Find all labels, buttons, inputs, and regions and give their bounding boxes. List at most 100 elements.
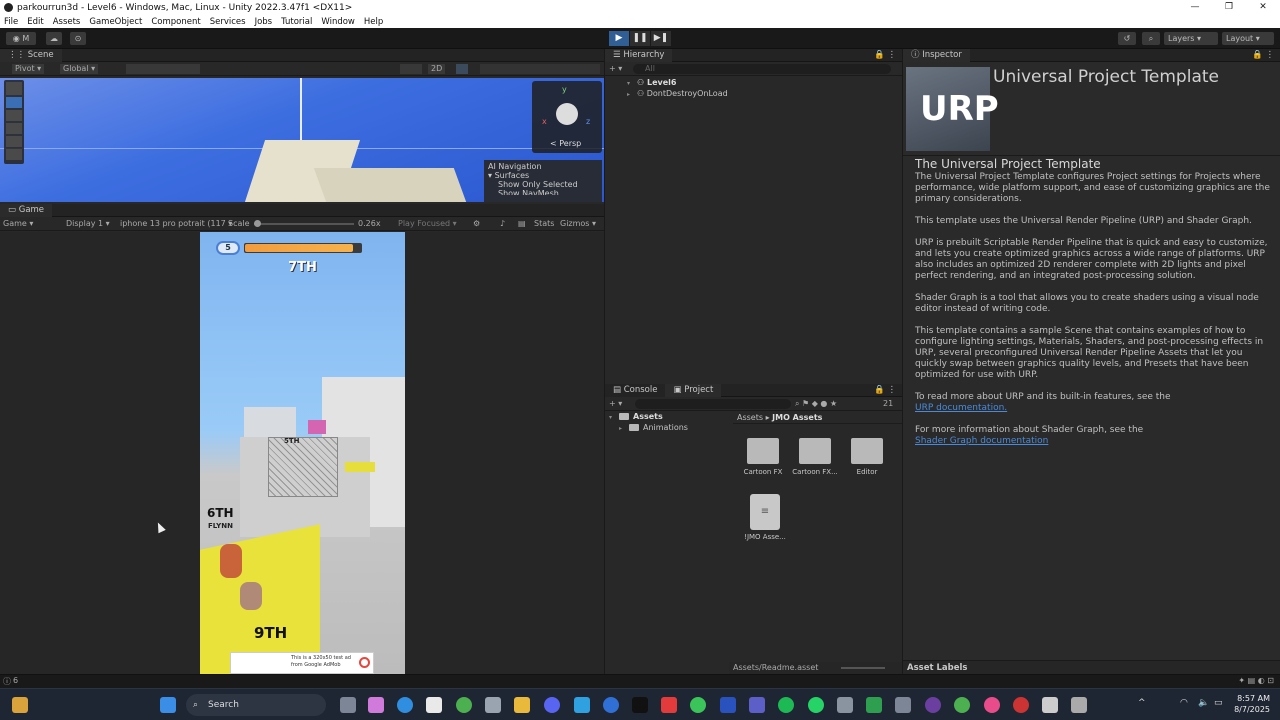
expand-arrow-icon[interactable]: ▸ [619,424,629,434]
maps-icon[interactable] [603,697,619,713]
chrome-icon[interactable] [954,697,970,713]
banner-ad[interactable]: This is a 320x50 test ad from Google AdM… [230,652,374,674]
project-search-input[interactable] [635,399,791,409]
asset-file-jmo[interactable]: ≡ !JMO Asse... [743,494,787,544]
settings-icon[interactable] [837,697,853,713]
upwork-icon[interactable] [632,697,648,713]
maximize-button[interactable]: ❐ [1212,0,1246,15]
gizmos-dropdown[interactable]: Gizmos ▾ [560,217,596,231]
show-navmesh-toggle[interactable]: Show NavMesh [488,189,598,195]
pivot-dropdown[interactable]: Pivot ▾ [12,64,45,74]
persp-label[interactable]: < Persp [550,139,581,148]
panel-menu-icon[interactable]: 🔒 ⋮ [874,49,896,62]
lighting-toggle-icon[interactable] [456,64,468,74]
tab-hierarchy[interactable]: ☰ Hierarchy [605,49,673,62]
layers-dropdown[interactable]: Layers ▾ [1164,32,1218,45]
add-object-button[interactable]: + ▾ [609,62,622,76]
asset-folder-cartoonfx2[interactable]: Cartoon FX... [792,438,838,484]
tab-inspector[interactable]: ⓘ Inspector [903,49,970,62]
unity-hub-icon[interactable] [485,697,501,713]
panel-menu-icon[interactable]: 🔒 ⋮ [874,384,896,397]
game-mode-dropdown[interactable]: Game ▾ [3,217,33,231]
app-icon[interactable] [1013,697,1029,713]
icon-size-slider[interactable] [841,667,885,669]
unity-icon[interactable] [1042,697,1058,713]
windows-start-icon[interactable] [160,697,176,713]
ai-nav-surfaces[interactable]: ▾ Surfaces [488,171,598,180]
stats-button[interactable]: Stats [534,217,554,231]
game-screen[interactable]: 5 7TH 5TH 6TH FLYNN 9TH This is a 320x50… [200,232,405,674]
tab-game[interactable]: ▭ Game [0,204,53,217]
global-dropdown[interactable]: Global ▾ [60,64,99,74]
scene-item-level6[interactable]: ▾ ⚇ Level6 [627,77,902,88]
menu-tutorial[interactable]: Tutorial [281,17,312,27]
search-icon[interactable]: ⌕ [1142,32,1160,45]
menu-file[interactable]: File [4,17,18,27]
show-only-selected-toggle[interactable]: Show Only Selected [488,180,598,189]
hand-tool-icon[interactable] [6,82,22,95]
game-viewport[interactable]: 5 7TH 5TH 6TH FLYNN 9TH This is a 320x50… [0,232,604,674]
clock[interactable]: 8:57 AM 8/7/2025 [1230,693,1270,715]
calculator-icon[interactable] [895,697,911,713]
move-tool-icon[interactable] [6,97,22,108]
tray-chevron-icon[interactable]: ^ [1138,698,1146,708]
unity-icon[interactable] [1071,697,1087,713]
create-asset-button[interactable]: + ▾ [609,397,622,411]
settings-gear-icon[interactable]: ⚙ [473,217,480,231]
menu-help[interactable]: Help [364,17,383,27]
folder-item[interactable]: ▸ Animations [609,423,727,434]
mute-audio-icon[interactable]: ♪ [500,217,505,231]
tab-scene[interactable]: ⋮⋮ Scene [0,49,62,62]
scale-slider[interactable] [254,220,354,227]
taskbar-search-box[interactable]: ⌕ Search [186,694,326,716]
volume-icon[interactable]: 🔈 [1198,698,1209,708]
resolution-dropdown[interactable]: iphone 13 pro potrait (117 ▾ [120,217,232,231]
notepad-icon[interactable] [866,697,882,713]
orientation-gizmo[interactable]: y x z < Persp [532,81,602,153]
scene-viewport[interactable]: y x z < Persp AI Navigation ▾ Surfaces S… [0,78,604,202]
edge-icon[interactable] [397,697,413,713]
urp-docs-link[interactable]: URP documentation. [915,403,1007,413]
layout-dropdown[interactable]: Layout ▾ [1222,32,1274,45]
app-icon[interactable] [984,697,1000,713]
scale-tool-icon[interactable] [6,123,22,134]
teams-icon[interactable] [749,697,765,713]
close-button[interactable]: ✕ [1246,0,1280,15]
menu-component[interactable]: Component [151,17,200,27]
task-view-icon[interactable] [340,697,356,713]
copilot-icon[interactable] [368,697,384,713]
play-focused-dropdown[interactable]: Play Focused ▾ [398,217,457,231]
shader-graph-docs-link[interactable]: Shader Graph documentation [915,436,1048,446]
chrome-icon[interactable] [456,697,472,713]
file-explorer-icon[interactable] [514,697,530,713]
tab-console[interactable]: ▤ Console [605,384,666,397]
hierarchy-search-input[interactable]: All [633,64,891,74]
menu-jobs[interactable]: Jobs [255,17,273,27]
discord-icon[interactable] [544,697,560,713]
display-dropdown[interactable]: Display 1 ▾ [66,217,110,231]
battery-icon[interactable]: ▭ [1214,698,1223,708]
status-icons[interactable]: ✦ ▤ ◐ ⊡ [1238,676,1274,685]
whatsapp-icon[interactable] [808,697,824,713]
tab-project[interactable]: ▣ Project [665,384,722,397]
app-icon[interactable] [690,697,706,713]
spotify-icon[interactable] [778,697,794,713]
2d-toggle[interactable]: 2D [428,64,446,74]
scale-slider-thumb[interactable] [254,220,261,227]
filter-icons[interactable]: ⌕ ⚑ ◆ ● ★ [795,397,837,411]
breadcrumb-assets[interactable]: Assets [737,413,763,422]
vscode-icon[interactable] [574,697,590,713]
asset-folder-editor[interactable]: Editor [847,438,887,484]
menu-window[interactable]: Window [321,17,355,27]
account-button[interactable]: ◉ M [6,32,36,45]
collab-icon[interactable]: ⊙ [70,32,86,45]
scene-item-dontdestroy[interactable]: ▸ ⚇ DontDestroyOnLoad [627,88,902,99]
draw-mode-dropdown[interactable] [400,64,422,74]
app-icon[interactable] [720,697,736,713]
rotate-tool-icon[interactable] [6,110,22,121]
minimize-button[interactable]: — [1178,0,1212,15]
panel-menu-icon[interactable]: 🔒 ⋮ [1252,49,1274,62]
rect-tool-icon[interactable] [6,136,22,147]
asset-labels-bar[interactable]: Asset Labels [903,660,1280,674]
menu-edit[interactable]: Edit [27,17,43,27]
